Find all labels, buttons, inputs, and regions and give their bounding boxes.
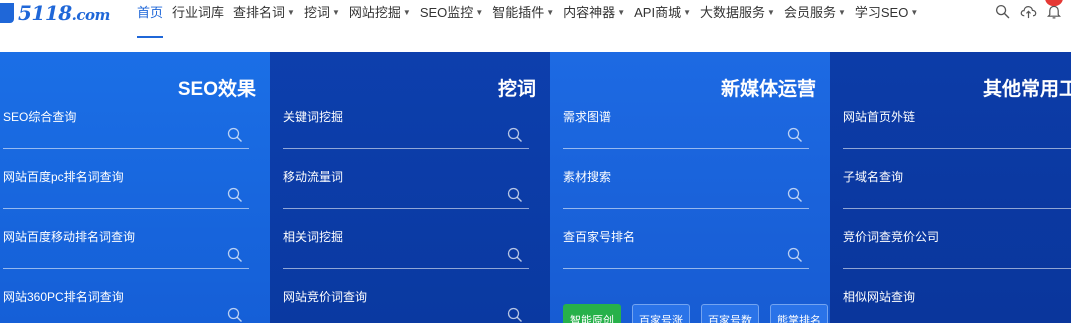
search-icon[interactable]	[227, 127, 245, 145]
panel-title: 新媒体运营	[720, 79, 816, 100]
search-field-mobile-traffic-words[interactable]: 移动流量词	[283, 168, 529, 216]
nav-item-smart-plugins[interactable]: 智能插件 ▼	[492, 0, 554, 38]
top-icon-bar	[993, 0, 1063, 22]
search-field-material-search[interactable]: 素材搜索	[563, 168, 809, 216]
field-label: 素材搜索	[563, 170, 612, 184]
search-field-keyword-mining[interactable]: 关键词挖掘	[283, 108, 529, 156]
input-underline	[843, 268, 1071, 269]
search-icon[interactable]	[507, 247, 525, 265]
chevron-down-icon: ▼	[910, 8, 919, 17]
search-field-homepage-backlinks[interactable]: 网站首页外链	[843, 108, 1071, 156]
chevron-down-icon: ▼	[331, 8, 340, 17]
search-field-similar-sites[interactable]: 相似网站查询	[843, 288, 1071, 323]
quick-tag-row: 智能原创 百家号涨 百家号数 熊掌排名	[563, 304, 828, 323]
panel-title: 挖词	[497, 79, 536, 100]
field-label: 相似网站查询	[843, 290, 916, 304]
input-underline	[563, 208, 809, 209]
site-logo[interactable]: 5118.com	[0, 0, 110, 26]
input-underline	[3, 268, 249, 269]
search-icon[interactable]	[227, 187, 245, 205]
field-label: 相关词挖掘	[283, 230, 344, 244]
search-icon[interactable]	[787, 187, 805, 205]
chevron-down-icon: ▼	[475, 8, 484, 17]
field-label: 网站首页外链	[843, 110, 916, 124]
field-label: 子域名查询	[843, 170, 904, 184]
logo-mark	[0, 3, 14, 23]
tag-baijiahao-count[interactable]: 百家号数	[701, 304, 759, 323]
search-field-baidu-pc-rank[interactable]: 网站百度pc排名词查询	[3, 168, 249, 216]
search-field-related-words[interactable]: 相关词挖掘	[283, 228, 529, 276]
nav-item-rank-words[interactable]: 查排名词 ▼	[233, 0, 295, 38]
search-field-demand-graph[interactable]: 需求图谱	[563, 108, 809, 156]
search-icon[interactable]	[507, 307, 525, 323]
search-icon[interactable]	[993, 2, 1011, 20]
field-label: 网站百度pc排名词查询	[3, 170, 124, 184]
input-underline	[3, 208, 249, 209]
field-label: SEO综合查询	[3, 110, 77, 124]
panel-other-tools: 其他常用工 网站首页外链 子域名查询 竞价词查竞价公司 相似网站查询	[830, 52, 1071, 323]
search-icon[interactable]	[227, 307, 245, 323]
panel-keyword-mining: 挖词 关键词挖掘 移动流量词 相关词挖掘 网站竞价词查询	[270, 52, 550, 323]
chevron-down-icon: ▼	[402, 8, 411, 17]
nav-item-seo-monitor[interactable]: SEO监控 ▼	[420, 0, 483, 38]
tag-baijiahao-growth[interactable]: 百家号涨	[632, 304, 690, 323]
nav-item-api-store[interactable]: API商城 ▼	[634, 0, 691, 38]
search-field-seo-overview[interactable]: SEO综合查询	[3, 108, 249, 156]
input-underline	[843, 148, 1071, 149]
input-underline	[283, 148, 529, 149]
search-icon[interactable]	[507, 127, 525, 145]
main-nav: 首页 行业词库 查排名词 ▼ 挖词 ▼ 网站挖掘 ▼ SEO监控 ▼ 智能插件 ▼ 内容神…	[137, 0, 927, 38]
tag-smart-original[interactable]: 智能原创	[563, 304, 621, 323]
input-underline	[563, 268, 809, 269]
bell-icon[interactable]	[1045, 0, 1063, 20]
chevron-down-icon: ▼	[683, 8, 691, 17]
nav-item-industry-lexicon[interactable]: 行业词库	[172, 0, 224, 38]
field-label: 网站360PC排名词查询	[3, 290, 124, 304]
input-underline	[283, 268, 529, 269]
tag-xiongzhang-rank[interactable]: 熊掌排名	[770, 304, 828, 323]
input-underline	[563, 148, 809, 149]
chevron-down-icon: ▼	[617, 8, 626, 17]
nav-item-membership[interactable]: 会员服务 ▼	[784, 0, 846, 38]
input-underline	[3, 148, 249, 149]
nav-item-home[interactable]: 首页	[137, 0, 164, 38]
panel-new-media: 新媒体运营 需求图谱 素材搜索 查百家号排名 智能原创 百家号涨 百家号数 熊掌…	[550, 52, 830, 323]
search-field-bid-words[interactable]: 网站竞价词查询	[283, 288, 529, 323]
field-label: 查百家号排名	[563, 230, 636, 244]
top-navbar: 5118.com 首页 行业词库 查排名词 ▼ 挖词 ▼ 网站挖掘 ▼ SEO监控 ▼ …	[0, 0, 1071, 52]
nav-item-keyword-mining[interactable]: 挖词 ▼	[304, 0, 340, 38]
chevron-down-icon: ▼	[546, 8, 555, 17]
search-icon[interactable]	[787, 247, 805, 265]
field-label: 需求图谱	[563, 110, 612, 124]
chevron-down-icon: ▼	[837, 8, 846, 17]
search-icon[interactable]	[507, 187, 525, 205]
field-label: 网站竞价词查询	[283, 290, 368, 304]
chevron-down-icon: ▼	[287, 8, 295, 17]
search-field-subdomain[interactable]: 子域名查询	[843, 168, 1071, 216]
nav-item-learn-seo[interactable]: 学习SEO ▼	[855, 0, 918, 38]
search-icon[interactable]	[787, 127, 805, 145]
field-label: 移动流量词	[283, 170, 344, 184]
nav-item-content-tools[interactable]: 内容神器 ▼	[563, 0, 625, 38]
search-field-bid-company[interactable]: 竞价词查竞价公司	[843, 228, 1071, 276]
panel-title: SEO效果	[177, 79, 256, 100]
input-underline	[843, 208, 1071, 209]
panel-title: 其他常用工	[983, 79, 1071, 100]
search-icon[interactable]	[227, 247, 245, 265]
panel-seo-effect: SEO效果 SEO综合查询 网站百度pc排名词查询 网站百度移动排名词查询 网站…	[0, 52, 270, 323]
search-field-baijiahao-rank[interactable]: 查百家号排名	[563, 228, 809, 276]
field-label: 关键词挖掘	[283, 110, 344, 124]
field-label: 竞价词查竞价公司	[843, 230, 940, 244]
nav-item-big-data[interactable]: 大数据服务 ▼	[700, 0, 775, 38]
cloud-upload-icon[interactable]	[1019, 2, 1037, 20]
input-underline	[283, 208, 529, 209]
search-field-baidu-mobile-rank[interactable]: 网站百度移动排名词查询	[3, 228, 249, 276]
nav-item-site-mining[interactable]: 网站挖掘 ▼	[349, 0, 411, 38]
field-label: 网站百度移动排名词查询	[3, 230, 136, 244]
search-field-360-pc-rank[interactable]: 网站360PC排名词查询	[3, 288, 249, 323]
tool-panels: SEO效果 SEO综合查询 网站百度pc排名词查询 网站百度移动排名词查询 网站…	[0, 52, 1071, 323]
logo-text: 5118.com	[18, 1, 110, 25]
chevron-down-icon: ▼	[767, 8, 775, 17]
